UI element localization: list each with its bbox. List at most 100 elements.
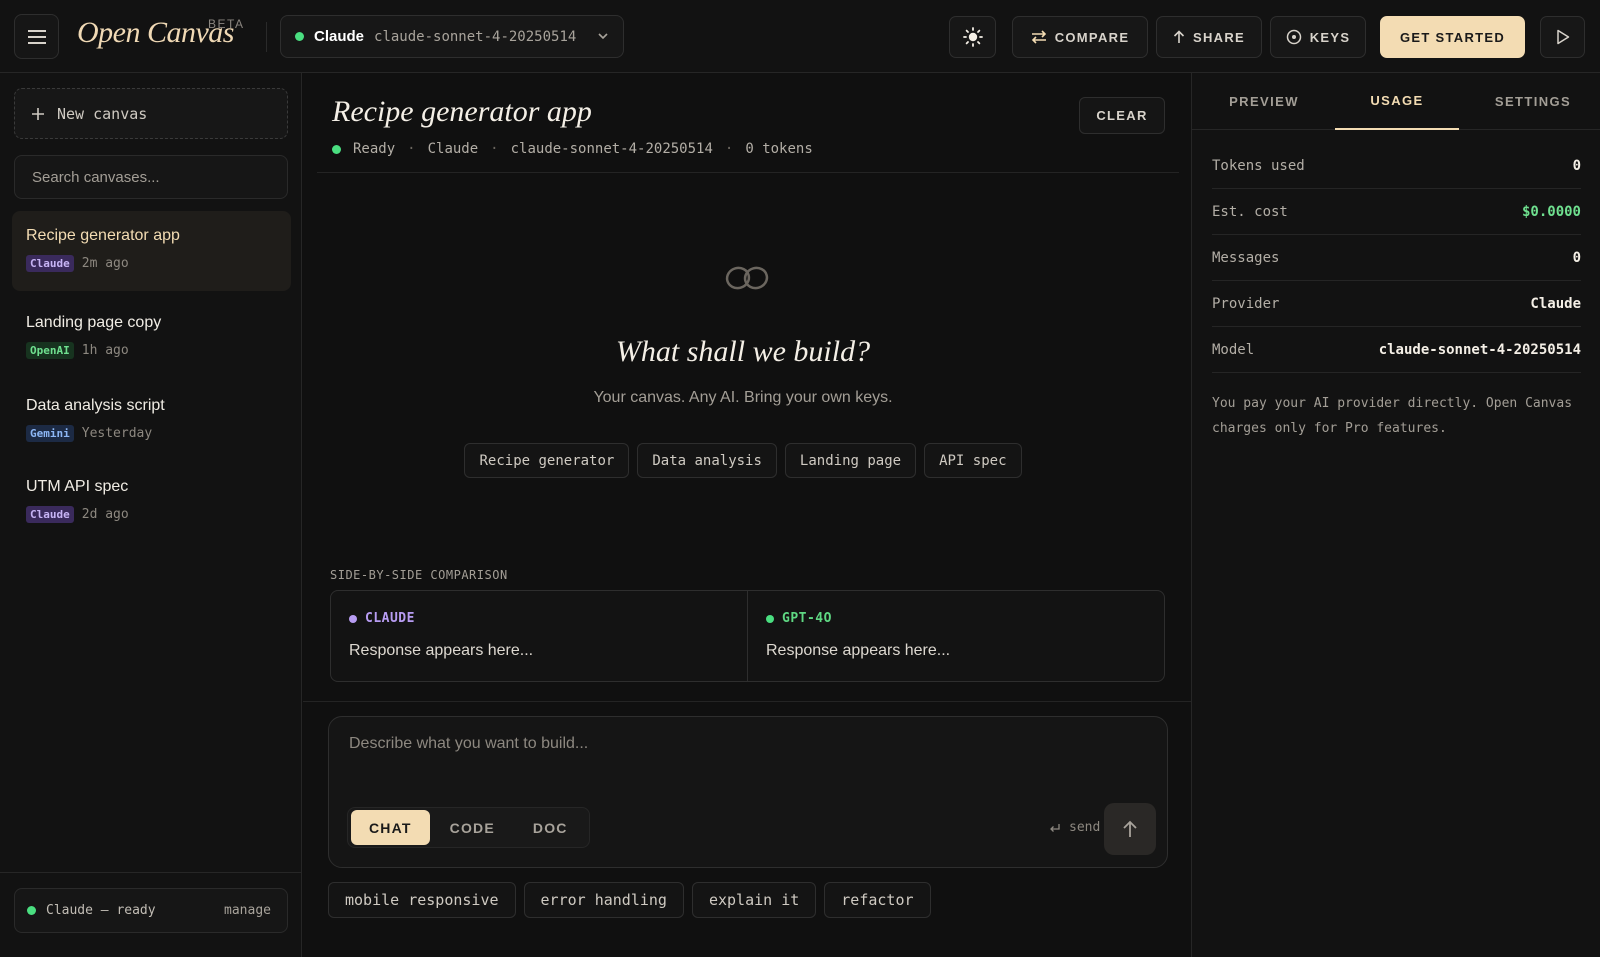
- send-button[interactable]: [1104, 803, 1156, 855]
- model-selector-model: claude-sonnet-4-20250514: [374, 28, 577, 45]
- new-canvas-button[interactable]: New canvas: [14, 88, 288, 139]
- status-line: Ready · Claude · claude-sonnet-4-2025051…: [332, 141, 813, 157]
- status-model: claude-sonnet-4-20250514: [510, 141, 713, 157]
- stat-value: claude-sonnet-4-20250514: [1378, 341, 1581, 358]
- top-bar: Open Canvas BETA Claude claude-sonnet-4-…: [0, 0, 1600, 73]
- canvas-item[interactable]: Landing page copy OpenAI 1h ago: [12, 298, 291, 378]
- share-button[interactable]: SHARE: [1156, 16, 1262, 58]
- comparison-header: GPT-4O: [766, 611, 1146, 626]
- stat-value: 0: [1572, 157, 1581, 174]
- chip-button[interactable]: error handling: [523, 882, 684, 918]
- comparison-response: Response appears here...: [349, 642, 534, 659]
- comparison-column-gpt: GPT-4O Response appears here...: [747, 591, 1164, 681]
- chevron-down-icon: [598, 33, 608, 40]
- suggestion-button[interactable]: Recipe generator: [464, 443, 630, 478]
- provider-badge: Claude: [26, 255, 74, 272]
- canvas-item-time: 2m ago: [81, 256, 129, 271]
- compare-label: COMPARE: [1054, 29, 1130, 45]
- comparison-name: CLAUDE: [365, 611, 415, 626]
- tab-settings[interactable]: SETTINGS: [1468, 73, 1598, 130]
- arrow-up-icon: [1173, 30, 1185, 43]
- stat-row: Model claude-sonnet-4-20250514: [1212, 327, 1581, 373]
- send-hint-label: send: [1069, 820, 1101, 835]
- provider-status-text: Claude — ready: [46, 903, 156, 918]
- comparison-response: Response appears here...: [766, 642, 951, 659]
- tab-usage[interactable]: USAGE: [1335, 73, 1459, 130]
- status-dot: [27, 906, 36, 915]
- mode-doc-button[interactable]: DOC: [515, 810, 586, 845]
- key-circle-icon: [1286, 29, 1301, 45]
- divider: [317, 172, 1179, 173]
- tab-preview[interactable]: PREVIEW: [1212, 73, 1316, 130]
- suggestion-button[interactable]: Landing page: [784, 443, 917, 478]
- status-provider: Claude: [427, 141, 479, 157]
- keys-button[interactable]: KEYS: [1270, 16, 1366, 58]
- clear-button[interactable]: CLEAR: [1079, 97, 1165, 134]
- separator: ·: [407, 141, 416, 157]
- stat-label: Tokens used: [1212, 157, 1305, 174]
- canvas-item-title: Landing page copy: [26, 314, 162, 331]
- stat-label: Est. cost: [1212, 203, 1288, 220]
- stat-row: Provider Claude: [1212, 281, 1581, 327]
- stat-label: Provider: [1212, 295, 1280, 312]
- search-input[interactable]: [14, 155, 288, 199]
- suggestion-button[interactable]: API spec: [924, 443, 1022, 478]
- stat-value: $0.0000: [1521, 203, 1581, 220]
- status-dot: [332, 144, 341, 154]
- chip-button[interactable]: explain it: [691, 882, 817, 918]
- mode-code-button[interactable]: CODE: [432, 810, 513, 845]
- get-started-button[interactable]: GET STARTED: [1380, 16, 1525, 58]
- theme-toggle-button[interactable]: [949, 16, 996, 58]
- enter-icon: [1050, 823, 1060, 832]
- infinity-icon: [725, 266, 769, 290]
- comparison-column-claude: CLAUDE Response appears here...: [331, 591, 747, 681]
- mode-selector: CHAT CODE DOC: [347, 807, 590, 848]
- canvas-item-time: 2d ago: [81, 507, 129, 522]
- stat-row: Tokens used 0: [1212, 143, 1581, 189]
- page-title: Recipe generator app: [332, 95, 592, 128]
- model-selector[interactable]: Claude claude-sonnet-4-20250514: [280, 15, 624, 58]
- chip-button[interactable]: refactor: [824, 882, 931, 918]
- prompt-input[interactable]: [349, 735, 1139, 785]
- suggestion-list: Recipe generator Data analysis Landing p…: [303, 443, 1183, 478]
- model-selector-provider: Claude: [314, 28, 365, 45]
- stat-value: 0: [1572, 249, 1581, 266]
- comparison-header: CLAUDE: [349, 611, 729, 626]
- provider-status: Claude — ready manage: [14, 888, 288, 933]
- status-text: Ready: [353, 141, 396, 157]
- empty-state-subtitle: Your canvas. Any AI. Bring your own keys…: [593, 389, 893, 406]
- status-dot: [766, 614, 774, 623]
- manage-link[interactable]: manage: [224, 903, 271, 918]
- right-panel: PREVIEW USAGE SETTINGS Tokens used 0 Est.…: [1191, 73, 1600, 957]
- suggestion-button[interactable]: Data analysis: [637, 443, 777, 478]
- status-tokens: 0 tokens: [745, 141, 813, 157]
- chip-button[interactable]: mobile responsive: [328, 882, 516, 918]
- stat-value: Claude: [1530, 295, 1581, 312]
- sidebar-footer: Claude — ready manage: [0, 872, 302, 957]
- canvas-item-time: Yesterday: [81, 426, 153, 441]
- send-hint: send: [1049, 820, 1100, 835]
- plus-icon: [32, 107, 44, 120]
- compare-button[interactable]: COMPARE: [1012, 16, 1148, 58]
- canvas-item[interactable]: UTM API spec Claude 2d ago: [12, 462, 291, 542]
- comparison-name: GPT-4O: [782, 611, 832, 626]
- status-dot: [349, 614, 357, 623]
- canvas-item[interactable]: Recipe generator app Claude 2m ago: [12, 211, 291, 291]
- canvas-item[interactable]: Data analysis script Gemini Yesterday: [12, 381, 291, 461]
- hamburger-icon: [27, 29, 46, 44]
- stat-row: Messages 0: [1212, 235, 1581, 281]
- separator: ·: [490, 141, 499, 157]
- empty-state-title: What shall we build?: [615, 335, 871, 368]
- stat-label: Messages: [1212, 249, 1280, 266]
- menu-button[interactable]: [14, 14, 59, 59]
- main-canvas: Recipe generator app CLEAR Ready · Claud…: [303, 73, 1191, 957]
- beta-badge: BETA: [208, 17, 245, 31]
- comparison-panel: CLAUDE Response appears here... GPT-4O R…: [330, 590, 1165, 682]
- keys-label: KEYS: [1309, 29, 1351, 45]
- new-canvas-label: New canvas: [57, 104, 148, 123]
- mode-chat-button[interactable]: CHAT: [351, 810, 430, 845]
- run-button[interactable]: [1540, 16, 1585, 58]
- usage-stats: Tokens used 0 Est. cost $0.0000 Messages 0 …: [1212, 143, 1581, 373]
- stat-row: Est. cost $0.0000: [1212, 189, 1581, 235]
- sun-icon: [962, 27, 983, 47]
